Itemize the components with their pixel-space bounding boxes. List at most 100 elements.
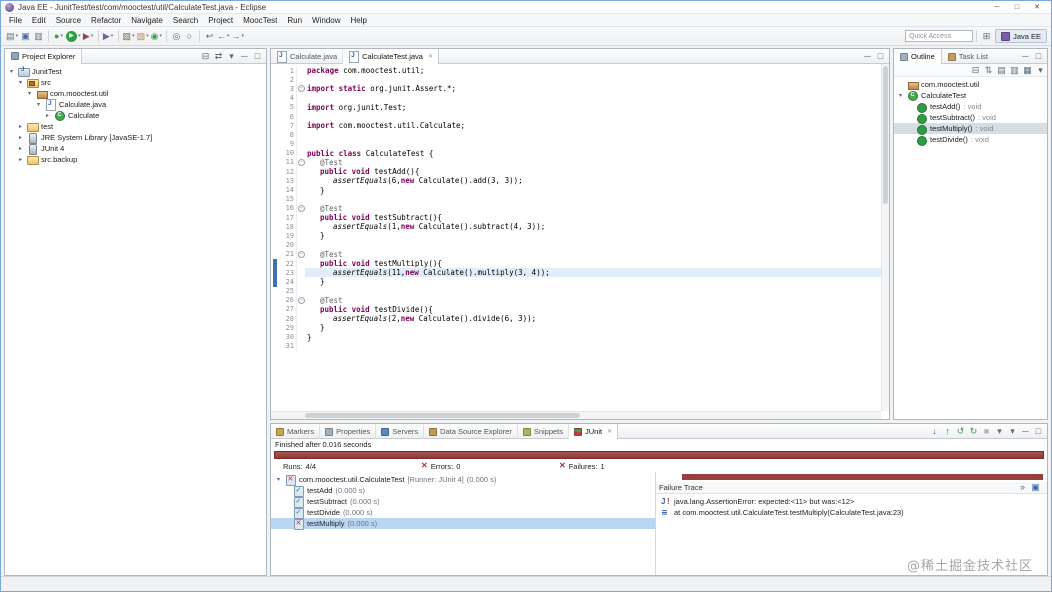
code-line-5[interactable]: 5 import org.junit.Test; (271, 102, 881, 112)
junit-case-testdivide[interactable]: testDivide (0.000 s) (271, 507, 655, 519)
expand-arrow-icon[interactable]: ▾ (26, 90, 33, 97)
editor-body[interactable]: 1 package com.mooctest.util; 2 3− import sta… (271, 64, 889, 419)
tree-item-junit-4[interactable]: ▸ JUnit 4 (5, 143, 266, 155)
expand-arrow-icon[interactable]: ▸ (17, 123, 24, 130)
maximize-window-button[interactable]: □ (1007, 2, 1027, 13)
maximize-icon[interactable]: □ (874, 49, 887, 64)
tab-data-source-explorer[interactable]: Data Source Explorer (424, 424, 518, 439)
run-external-tools-icon[interactable]: ▶ ▾ (82, 29, 95, 44)
code-line-3[interactable]: 3− import static org.junit.Assert.*; (271, 84, 881, 94)
vertical-scroll-thumb[interactable] (883, 66, 888, 204)
minimize-icon[interactable]: ─ (1019, 424, 1032, 439)
hide-static-members-icon[interactable]: ▥ (1008, 63, 1021, 78)
close-tab-icon[interactable]: ✕ (607, 428, 612, 435)
editor-vertical-scrollbar[interactable] (881, 64, 889, 411)
code-line-19[interactable]: 19} (271, 231, 881, 241)
junit-case-testadd[interactable]: testAdd (0.000 s) (271, 485, 655, 497)
minimize-icon[interactable]: ─ (1019, 49, 1032, 64)
show-previous-failure-icon[interactable]: ↑ (941, 424, 954, 439)
tree-item-calculate[interactable]: ▸ Calculate (5, 110, 266, 121)
expand-arrow-icon[interactable]: ▸ (17, 156, 24, 163)
code-line-28[interactable]: 28 assertEquals(2,new Calculate().divide(… (271, 314, 881, 324)
open-perspective-icon[interactable]: ⊞ (980, 29, 993, 44)
outline-item-testadd[interactable]: testAdd() : void (894, 101, 1047, 113)
tab-outline[interactable]: Outline (894, 49, 942, 64)
view-menu-icon[interactable]: ▾ (1034, 63, 1047, 78)
test-run-history-icon[interactable]: ▾ (993, 424, 1006, 439)
code-line-6[interactable]: 6 (271, 111, 881, 122)
code-line-22[interactable]: 22 public void testMultiply(){ (271, 258, 881, 269)
tree-item-src-backup[interactable]: ▸ src.backup (5, 154, 266, 165)
outline-item-calculatetest[interactable]: ▾ CalculateTest (894, 90, 1047, 101)
coverage-icon[interactable]: ▶ ▾ (102, 29, 115, 44)
tree-item-test[interactable]: ▸ test (5, 121, 266, 132)
failure-trace-line-2[interactable]: at com.mooctest.util.CalculateTest.testM… (656, 507, 1047, 518)
menu-item-help[interactable]: Help (346, 15, 372, 26)
code-line-29[interactable]: 29} (271, 323, 881, 333)
code-line-27[interactable]: 27 public void testDivide(){ (271, 304, 881, 315)
sort-icon[interactable]: ⇅ (982, 63, 995, 78)
tree-item-junittest[interactable]: ▾ JunitTest (5, 66, 266, 77)
code-line-16[interactable]: 16− @Test (271, 203, 881, 213)
code-line-25[interactable]: 25 (271, 286, 881, 296)
expand-arrow-icon[interactable]: ▾ (897, 92, 904, 99)
code-line-8[interactable]: 8 (271, 130, 881, 140)
new-package-icon[interactable]: ▨ ▾ (136, 29, 150, 44)
menu-item-file[interactable]: File (4, 15, 27, 26)
collapse-all-icon[interactable]: ⊟ (199, 49, 212, 64)
editor-horizontal-scrollbar[interactable] (271, 411, 881, 419)
tab-project-explorer[interactable]: Project Explorer (5, 49, 83, 64)
code-line-10[interactable]: 10 public class CalculateTest { (271, 148, 881, 158)
junit-root-item[interactable]: ▾ com.mooctest.util.CalculateTest [Runner… (271, 474, 655, 486)
failure-trace-line-1[interactable]: java.lang.AssertionError: expected:<11> … (656, 496, 1047, 507)
tab-junit[interactable]: JUnit ✕ (569, 424, 619, 439)
quick-access-input[interactable] (905, 30, 974, 42)
maximize-icon[interactable]: □ (1032, 49, 1045, 64)
horizontal-scroll-thumb[interactable] (305, 413, 580, 418)
tab-servers[interactable]: Servers (376, 424, 425, 439)
tree-item-calculate-java[interactable]: ▾ Calculate.java (5, 99, 266, 111)
menu-item-mooctest[interactable]: MoocTest (238, 15, 282, 26)
hide-non-public-members-icon[interactable]: ▦ (1021, 63, 1034, 78)
tree-item-jre-system-library-javase-1-7[interactable]: ▸ JRE System Library [JavaSE-1.7] (5, 132, 266, 144)
link-with-editor-icon[interactable]: ⇄ (212, 49, 225, 64)
junit-case-testmultiply[interactable]: testMultiply (0.000 s) (271, 518, 655, 530)
code-line-20[interactable]: 20 (271, 240, 881, 250)
code-line-7[interactable]: 7 import com.mooctest.util.Calculate; (271, 121, 881, 131)
fold-collapse-icon[interactable]: − (298, 204, 305, 212)
tree-item-com-mooctest-util[interactable]: ▾ com.mooctest.util (5, 88, 266, 99)
expand-arrow-icon[interactable]: ▾ (275, 476, 282, 483)
code-line-9[interactable]: 9 (271, 139, 881, 149)
outline-item-com-mooctest-util[interactable]: com.mooctest.util (894, 79, 1047, 90)
code-line-12[interactable]: 12 public void testAdd(){ (271, 167, 881, 177)
debug-icon[interactable]: ● ▾ (52, 29, 65, 44)
tab-properties[interactable]: Properties (320, 424, 377, 439)
hide-fields-icon[interactable]: ▤ (995, 63, 1008, 78)
expand-arrow-icon[interactable]: ▾ (35, 101, 42, 108)
maximize-icon[interactable]: □ (251, 49, 264, 64)
code-line-13[interactable]: 13 assertEquals(6,new Calculate().add(3, … (271, 176, 881, 186)
code-line-24[interactable]: 24} (271, 277, 881, 287)
stacktrace-filter-icon[interactable]: » (1016, 480, 1029, 495)
back-icon[interactable]: ← ▾ (216, 29, 231, 44)
menu-item-search[interactable]: Search (168, 15, 203, 26)
editor-tab-calculate-java[interactable]: Calculate.java (271, 49, 344, 64)
junit-case-testsubtract[interactable]: testSubtract (0.000 s) (271, 496, 655, 508)
stop-test-icon[interactable]: ■ (980, 424, 993, 439)
menu-item-run[interactable]: Run (282, 15, 307, 26)
print-icon[interactable]: ▥ (32, 29, 45, 44)
menu-item-navigate[interactable]: Navigate (126, 15, 168, 26)
expand-arrow-icon[interactable]: ▸ (44, 112, 51, 119)
close-window-button[interactable]: ✕ (1027, 2, 1047, 13)
code-line-11[interactable]: 11− @Test (271, 157, 881, 168)
code-line-1[interactable]: 1 package com.mooctest.util; (271, 66, 881, 76)
code-line-26[interactable]: 26− @Test (271, 295, 881, 305)
rerun-failed-first-icon[interactable]: ↻ (967, 424, 980, 439)
run-icon[interactable]: ▶ ▾ (65, 29, 82, 44)
new-class-icon[interactable]: ◉ ▾ (150, 29, 163, 44)
expand-arrow-icon[interactable]: ▾ (8, 68, 15, 75)
outline-item-testdivide[interactable]: testDivide() : void (894, 134, 1047, 146)
collapse-all-icon[interactable]: ⊟ (969, 63, 982, 78)
minimize-window-button[interactable]: ─ (987, 2, 1007, 13)
new-wizard-icon[interactable]: ▤ ▾ (5, 29, 19, 44)
